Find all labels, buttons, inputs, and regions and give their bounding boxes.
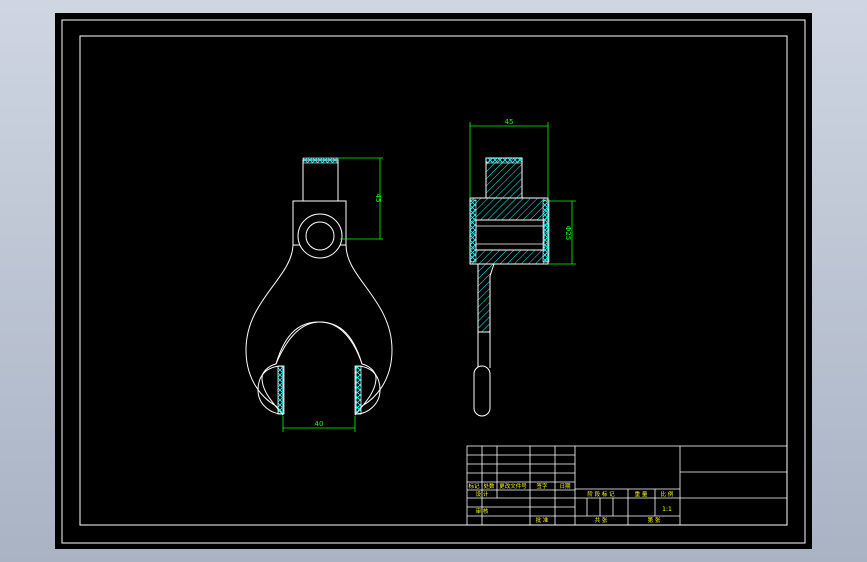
fork-left-pad-hatch (277, 365, 285, 415)
tb-review: 审 核 (476, 507, 489, 515)
fork-right-pad-hatch (354, 365, 362, 415)
tb-weight: 重 量 (635, 490, 648, 498)
tb-sheet-no: 第 张 (648, 516, 661, 524)
hub-bore-inner (305, 221, 335, 251)
dim-front-height: 45 (374, 194, 382, 203)
top-boss (302, 159, 339, 202)
tb-scale-label: 比 例 (661, 490, 674, 498)
tb-sheet-total: 共 张 (595, 516, 608, 524)
tb-label-mark: 标记 (468, 482, 480, 490)
side-fork-tip (473, 365, 491, 417)
tb-label-sign: 签字 (536, 482, 548, 490)
side-bore (475, 219, 545, 251)
cad-drawing: 45 40 45 Φ25 标记 处数 更改文件号 签字 日期 设 计 阶 段 标… (55, 13, 812, 549)
tb-label-change-doc: 更改文件号 (499, 482, 527, 490)
side-top-boss (485, 157, 523, 199)
side-hub-left-cap (469, 199, 477, 263)
top-boss-hatch (302, 157, 339, 164)
dim-side-height: Φ25 (564, 226, 572, 240)
tb-scale-value: 1:1 (662, 506, 672, 513)
tb-stage-mark: 阶 段 标 记 (587, 490, 615, 498)
tb-label-count: 处数 (483, 482, 495, 490)
tb-approve: 批 准 (536, 516, 549, 524)
drawing-sheet (55, 13, 812, 549)
tb-label-design: 设 计 (476, 490, 489, 498)
dim-side-width: 45 (505, 118, 514, 126)
side-top-boss-cap (485, 157, 523, 164)
tb-label-date: 日期 (559, 483, 571, 490)
dim-front-width: 40 (315, 420, 324, 428)
side-hub-right-cap (542, 199, 550, 263)
